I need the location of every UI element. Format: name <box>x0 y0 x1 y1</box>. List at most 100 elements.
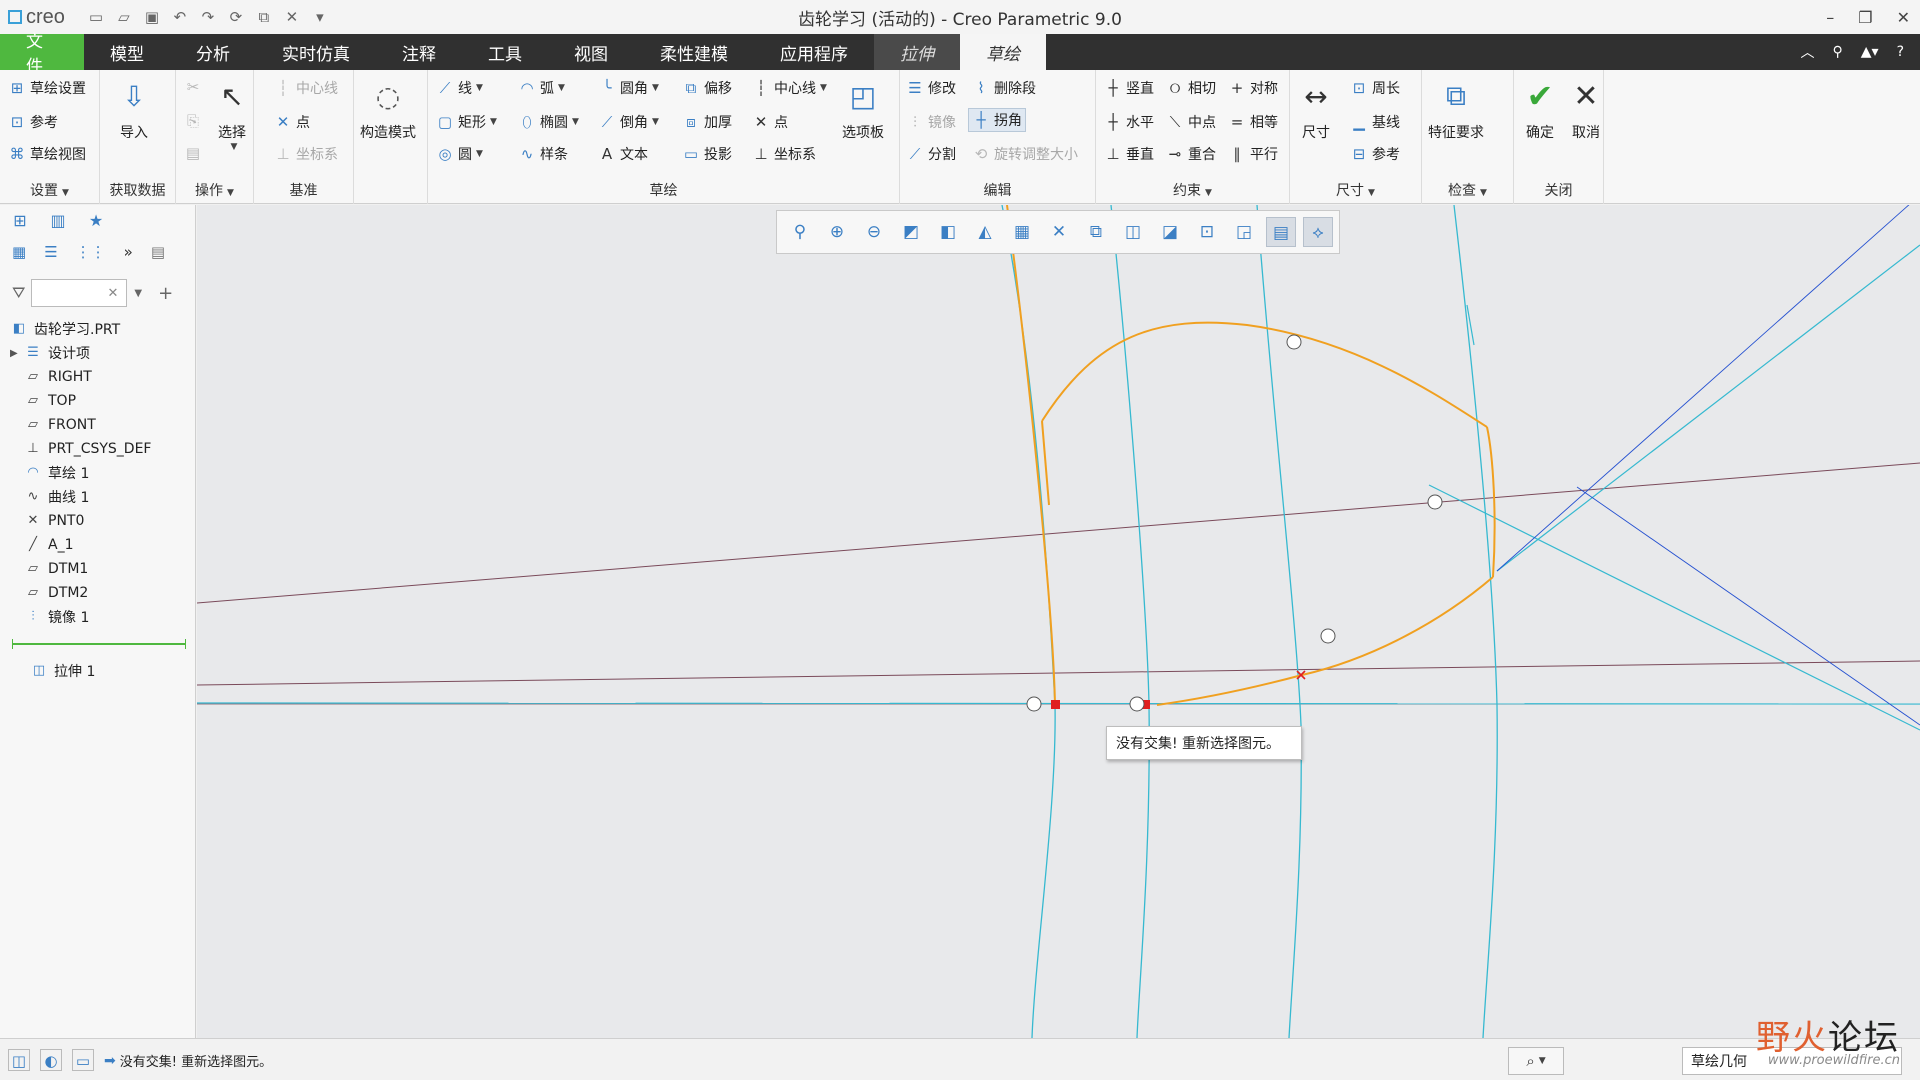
tree-item-extrude-1[interactable]: ◫ 拉伸 1 <box>10 659 190 683</box>
browser-toggle-icon[interactable]: ◐ <box>40 1049 62 1071</box>
tangent-constraint-button[interactable]: ୦ 相切 <box>1166 78 1216 98</box>
tree-item-axis-a1[interactable]: ╱ A_1 <box>10 533 190 557</box>
parallel-constraint-button[interactable]: ∥ 平行 <box>1228 144 1278 164</box>
group-label-dimension[interactable]: 尺寸 ▼ <box>1290 180 1421 200</box>
palette-button[interactable]: ◰ 选项板 <box>842 76 884 142</box>
tab-model[interactable]: 模型 <box>84 34 170 70</box>
cut-icon[interactable]: ✂ <box>184 78 206 96</box>
sketch-setup-button[interactable]: ⊞ 草绘设置 <box>8 78 86 98</box>
repaint-icon[interactable]: ◩ <box>896 217 926 247</box>
tree-item-design-items[interactable]: ▶ ☰ 设计项 <box>10 341 190 365</box>
tree-item-curve-1[interactable]: ∿ 曲线 1 <box>10 485 190 509</box>
datum-display-filters-icon[interactable]: ✕ <box>1044 217 1074 247</box>
datum-centerline-button[interactable]: ┆ 中心线 <box>274 78 338 98</box>
redo-icon[interactable]: ↷ <box>199 8 217 26</box>
symmetric-constraint-button[interactable]: + 对称 <box>1228 78 1278 98</box>
horizontal-constraint-button[interactable]: ┼ 水平 <box>1104 112 1154 132</box>
import-button[interactable]: ⇩ 导入 <box>114 76 154 142</box>
spin-center-icon[interactable]: ◫ <box>1118 217 1148 247</box>
close-icon[interactable]: ✕ <box>1897 8 1910 27</box>
open-file-icon[interactable]: ▱ <box>115 8 133 26</box>
tangent-constraint-symbol[interactable] <box>1026 696 1042 712</box>
refit-icon[interactable]: ⚲ <box>785 217 815 247</box>
sketch-point-button[interactable]: ✕ 点 <box>752 112 788 132</box>
folder-browser-tab-icon[interactable]: ▥ <box>46 209 70 233</box>
tree-item-pnt0[interactable]: ✕ PNT0 <box>10 509 190 533</box>
perpendicular-constraint-button[interactable]: ⊥ 垂直 <box>1104 144 1154 164</box>
insert-here-marker[interactable] <box>12 639 186 649</box>
delete-segment-button[interactable]: ⌇ 删除段 <box>972 78 1036 98</box>
tree-item-top[interactable]: ▱ TOP <box>10 389 190 413</box>
tab-live-simulation[interactable]: 实时仿真 <box>256 34 376 70</box>
baseline-button[interactable]: ▁ 基线 <box>1350 112 1400 132</box>
sketch-csys-button[interactable]: ⊥ 坐标系 <box>752 144 816 164</box>
copy-icon[interactable]: ⎘ <box>184 112 206 130</box>
tab-flexible-modeling[interactable]: 柔性建模 <box>634 34 754 70</box>
clear-search-icon[interactable]: ✕ <box>107 286 118 301</box>
sketch-centerline-button[interactable]: ┆ 中心线 ▼ <box>752 78 826 98</box>
graphics-window[interactable] <box>197 205 1920 1038</box>
view-manager-icon[interactable]: ▦ <box>1007 217 1037 247</box>
tangent-constraint-symbol[interactable] <box>1320 628 1336 644</box>
close-window-icon[interactable]: ✕ <box>283 8 301 26</box>
zoom-in-icon[interactable]: ⊕ <box>822 217 852 247</box>
sketcher-display-filters-icon[interactable]: ⊡ <box>1192 217 1222 247</box>
display-style-icon[interactable]: ◧ <box>933 217 963 247</box>
tab-analysis[interactable]: 分析 <box>170 34 256 70</box>
expand-icon[interactable]: ▶ <box>10 348 24 359</box>
new-file-icon[interactable]: ▭ <box>87 8 105 26</box>
group-label-setup[interactable]: 设置 ▼ <box>0 180 99 200</box>
filter-dropdown-icon[interactable]: ▼ <box>134 288 142 299</box>
equal-constraint-button[interactable]: = 相等 <box>1228 112 1278 132</box>
tab-annotate[interactable]: 注释 <box>376 34 462 70</box>
tangent-constraint-symbol[interactable] <box>1129 696 1145 712</box>
divide-button[interactable]: ⟋ 分割 <box>906 144 956 164</box>
sketch-arc[interactable] <box>1006 205 1056 706</box>
sketch-display-icon[interactable]: ▤ <box>1266 217 1296 247</box>
rotate-resize-button[interactable]: ⟲ 旋转调整大小 <box>972 144 1078 164</box>
thicken-button[interactable]: ⧈ 加厚 <box>682 112 732 132</box>
ellipse-button[interactable]: ⬯ 椭圆 ▼ <box>518 112 579 132</box>
feature-requirements-button[interactable]: ⧉ 特征要求 <box>1428 76 1484 142</box>
tangent-constraint-symbol[interactable] <box>1427 494 1443 510</box>
group-label-inspect[interactable]: 检查 ▼ <box>1422 180 1513 200</box>
window-switch-icon[interactable]: ⧉ <box>255 8 273 26</box>
show-icon[interactable]: ▦ <box>12 243 26 261</box>
zoom-out-icon[interactable]: ⊖ <box>859 217 889 247</box>
tab-applications[interactable]: 应用程序 <box>754 34 874 70</box>
customize-toolbar-icon[interactable]: ▾ <box>311 8 329 26</box>
paste-icon[interactable]: ▤ <box>184 144 206 162</box>
notes-icon[interactable]: ▤ <box>151 243 165 261</box>
spline-button[interactable]: ∿ 样条 <box>518 144 568 164</box>
navigator-toggle-icon[interactable]: ◫ <box>8 1049 30 1071</box>
datum-point-button[interactable]: ✕ 点 <box>274 112 310 132</box>
regenerate-icon[interactable]: ⟳ <box>227 8 245 26</box>
tab-sketch[interactable]: 草绘 <box>960 34 1046 70</box>
search-icon[interactable]: ⚲ <box>1833 44 1843 60</box>
group-label-operations[interactable]: 操作 ▼ <box>176 180 253 200</box>
chamfer-button[interactable]: ⟋ 倒角 ▼ <box>598 112 659 132</box>
find-button[interactable]: ⌕ ▼ <box>1508 1047 1564 1075</box>
circle-button[interactable]: ◎ 圆 ▼ <box>436 144 482 164</box>
tree-item-dtm2[interactable]: ▱ DTM2 <box>10 581 190 605</box>
sketch-line[interactable] <box>1041 420 1050 506</box>
annotation-display-icon[interactable]: ⧉ <box>1081 217 1111 247</box>
model-tree-tab-icon[interactable]: ⊞ <box>8 209 32 233</box>
tangent-constraint-symbol[interactable] <box>1286 334 1302 350</box>
help-icon[interactable]: ? <box>1897 44 1904 60</box>
undo-icon[interactable]: ↶ <box>171 8 189 26</box>
perimeter-button[interactable]: ⊡ 周长 <box>1350 78 1400 98</box>
dimension-button[interactable]: ↔ 尺寸 <box>1296 76 1336 142</box>
select-button[interactable]: ↖ 选择 ▼ <box>212 76 252 153</box>
dimension-reference-button[interactable]: ⊟ 参考 <box>1350 144 1400 164</box>
tab-tools[interactable]: 工具 <box>462 34 548 70</box>
arc-button[interactable]: ◠ 弧 ▼ <box>518 78 564 98</box>
tree-item-sketch-1[interactable]: ◠ 草绘 1 <box>10 461 190 485</box>
line-button[interactable]: ⟋ 线 ▼ <box>436 78 483 98</box>
sketch-view-button[interactable]: ⌘ 草绘视图 <box>8 144 87 164</box>
tree-item-front[interactable]: ▱ FRONT <box>10 413 190 437</box>
save-icon[interactable]: ▣ <box>143 8 161 26</box>
restore-icon[interactable]: ❐ <box>1858 8 1872 27</box>
text-button[interactable]: A 文本 <box>598 144 648 164</box>
sketch-view-icon[interactable]: ◪ <box>1155 217 1185 247</box>
